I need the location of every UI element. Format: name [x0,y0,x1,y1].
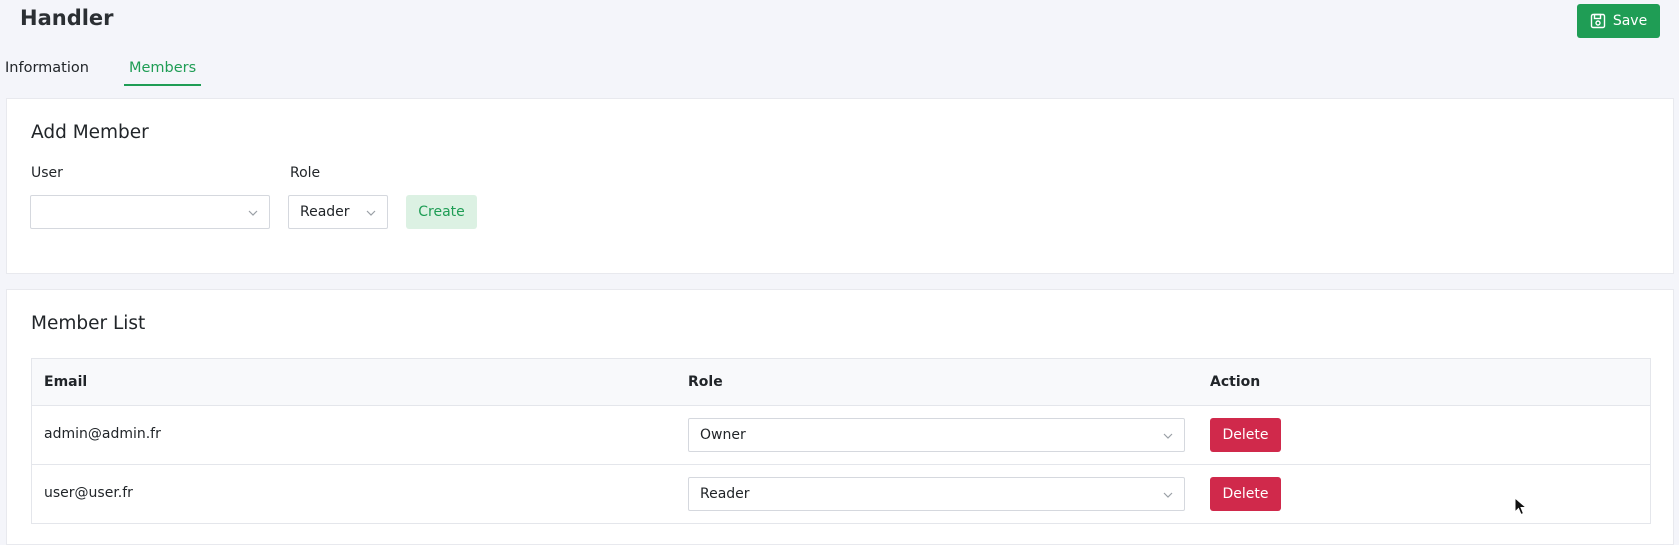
member-list-card: Member List Email Role Action admin@admi… [6,289,1674,545]
create-button[interactable]: Create [406,195,477,229]
tab-bar: Information Members [0,56,202,86]
chevron-down-icon [1163,433,1173,439]
delete-button[interactable]: Delete [1210,477,1281,511]
column-header-email: Email [44,374,88,390]
column-header-action: Action [1210,374,1261,390]
member-role-value: Reader [700,486,750,502]
tab-information[interactable]: Information [0,56,94,86]
add-member-card: Add Member User Role Reader Create [6,98,1674,274]
save-button-label: Save [1612,13,1648,29]
member-email: admin@admin.fr [44,426,161,442]
role-field-label: Role [290,165,321,181]
column-header-role: Role [688,374,723,390]
chevron-down-icon [366,210,376,216]
save-button[interactable]: Save [1577,4,1660,38]
user-select[interactable] [30,195,270,229]
chevron-down-icon [1163,492,1173,498]
chevron-down-icon [248,210,258,216]
tab-members[interactable]: Members [123,56,202,86]
table-row: user@user.fr Reader Delete [32,465,1650,524]
member-role-select[interactable]: Reader [688,477,1185,511]
add-member-title: Add Member [31,122,149,143]
page-title: Handler [20,6,114,30]
role-select-value: Reader [300,204,350,220]
table-row: admin@admin.fr Owner Delete [32,406,1650,465]
floppy-disk-icon [1590,13,1606,29]
member-role-select[interactable]: Owner [688,418,1185,452]
member-table: Email Role Action admin@admin.fr Owner D… [31,358,1651,524]
delete-button[interactable]: Delete [1210,418,1281,452]
member-role-value: Owner [700,427,746,443]
member-email: user@user.fr [44,485,133,501]
table-header: Email Role Action [32,359,1650,406]
mouse-pointer-icon [1514,497,1528,516]
user-field-label: User [31,165,63,181]
role-select[interactable]: Reader [288,195,388,229]
member-list-title: Member List [31,313,146,334]
